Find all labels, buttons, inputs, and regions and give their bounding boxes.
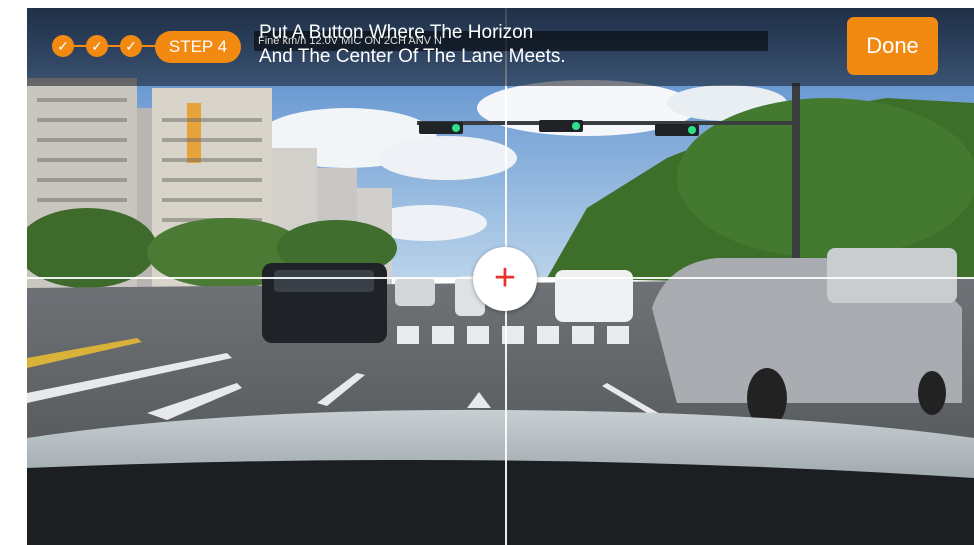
plus-icon: + (493, 257, 517, 299)
done-button[interactable]: Done (847, 17, 938, 75)
step-connector (63, 45, 163, 47)
instruction-line-1: Put A Button Where The Horizon (259, 22, 534, 43)
step-2-checkmark-icon: ✓ (86, 35, 108, 57)
instruction-line-2: And The Center Of The Lane Meets. (259, 46, 566, 67)
current-step-badge: STEP 4 (155, 31, 241, 63)
instruction-text: Put A Button Where The Horizon And The C… (259, 21, 679, 69)
step-1-checkmark-icon: ✓ (52, 35, 74, 57)
horizon-target-button[interactable]: + (473, 247, 537, 311)
step-3-checkmark-icon: ✓ (120, 35, 142, 57)
calibration-header: ✓ ✓ ✓ STEP 4 Fine km/h 12.0V MIC ON 2CH … (27, 8, 974, 86)
dashcam-view: ✓ ✓ ✓ STEP 4 Fine km/h 12.0V MIC ON 2CH … (27, 8, 974, 545)
